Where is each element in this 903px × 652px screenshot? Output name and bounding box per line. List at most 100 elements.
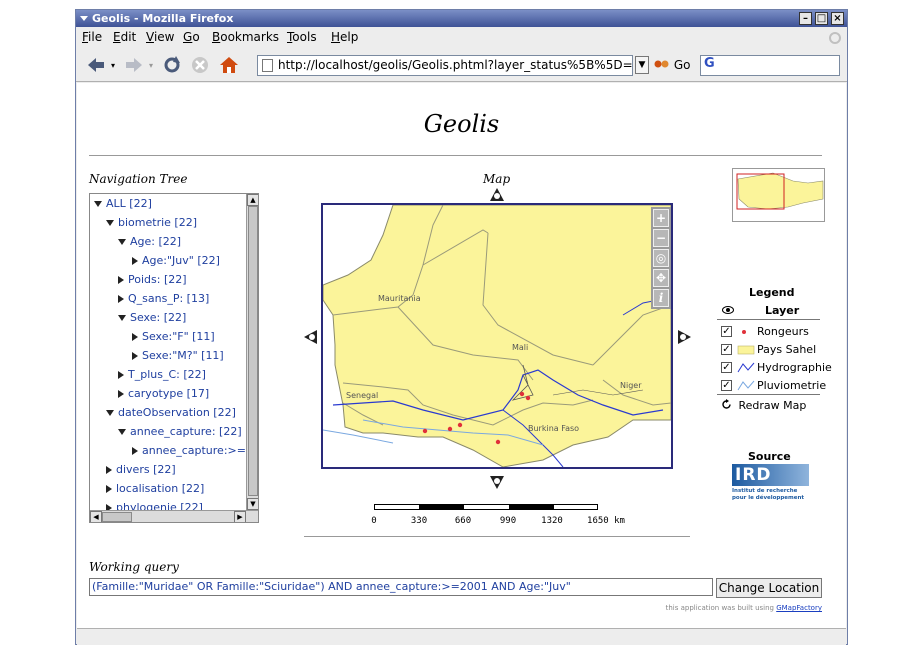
expanded-triangle-icon: [118, 429, 126, 435]
window-menu-icon[interactable]: [79, 13, 89, 23]
zoom-full-icon[interactable]: ◎: [653, 249, 669, 267]
tree-node-all[interactable]: ALL [22]: [94, 197, 152, 211]
url-history-dropdown[interactable]: ▼: [635, 56, 649, 74]
legend-title: Legend: [749, 286, 795, 299]
layer-checkbox-pays-sahel[interactable]: ✓: [721, 344, 732, 355]
go-button[interactable]: Go: [654, 56, 690, 74]
layer-checkbox-pluviometrie[interactable]: ✓: [721, 380, 732, 391]
search-engine-icon: G: [704, 56, 715, 71]
scroll-up-arrow-icon[interactable]: ▲: [247, 194, 258, 206]
tree-node-localisation[interactable]: localisation [22]: [106, 482, 204, 496]
redraw-label: Redraw Map: [738, 399, 807, 412]
rongeur-point: [495, 439, 501, 445]
collapsed-triangle-icon: [118, 295, 124, 303]
tree-node-annee-capture[interactable]: annee_capture: [22]: [118, 425, 242, 439]
collapsed-triangle-icon: [132, 333, 138, 341]
vertical-scroll-thumb[interactable]: [248, 206, 258, 496]
menu-go[interactable]: Go: [183, 27, 200, 48]
menu-tools[interactable]: Tools: [287, 27, 317, 48]
menu-edit[interactable]: Edit: [113, 27, 136, 48]
pan-north-arrow-icon[interactable]: [489, 187, 505, 203]
rongeur-point: [422, 428, 428, 434]
map-label-burkina-faso: Burkina Faso: [528, 424, 579, 433]
footer-note: this application was built using GMapFac…: [666, 604, 822, 612]
map-label-senegal: Senegal: [346, 391, 378, 400]
pan-east-arrow-icon[interactable]: [676, 329, 692, 345]
collapsed-triangle-icon: [106, 466, 112, 474]
map-view[interactable]: Mauritania Mali Niger Senegal Burkina Fa…: [321, 203, 673, 469]
pan-west-arrow-icon[interactable]: [303, 329, 319, 345]
pan-south-arrow-icon[interactable]: [489, 474, 505, 490]
tree-node-phylogenie[interactable]: phylogenie [22]: [106, 501, 203, 510]
menu-bookmarks[interactable]: Bookmarks: [212, 27, 279, 48]
info-tool-icon[interactable]: i: [653, 289, 669, 307]
working-query-input[interactable]: (Famille:"Muridae" OR Famille:"Sciuridae…: [89, 578, 713, 596]
ird-logo-banner: IRD: [732, 464, 809, 486]
search-input[interactable]: G: [700, 55, 840, 76]
tree-horizontal-scrollbar[interactable]: ◀ ▶: [90, 510, 258, 522]
scale-label: 990: [499, 516, 517, 526]
rongeur-point: [525, 395, 531, 401]
zoom-in-icon[interactable]: +: [653, 209, 669, 227]
navigation-tree: ALL [22] biometrie [22] Age: [22] Age:"J…: [89, 193, 259, 523]
layer-name: Hydrographie: [757, 361, 832, 374]
forward-button[interactable]: [122, 54, 146, 76]
gmapfactory-link[interactable]: GMapFactory: [776, 604, 822, 612]
layer-checkbox-hydrographie[interactable]: ✓: [721, 362, 732, 373]
tree-node-dateobservation[interactable]: dateObservation [22]: [106, 406, 236, 420]
change-location-button[interactable]: Change Location: [716, 578, 822, 598]
tree-node-sexe[interactable]: Sexe: [22]: [118, 311, 186, 325]
map-canvas: Mauritania Mali Niger Senegal Burkina Fa…: [323, 205, 671, 467]
back-history-button[interactable]: ▾: [108, 54, 118, 76]
menu-view[interactable]: View: [146, 27, 174, 48]
scale-label: 1320: [541, 516, 563, 526]
reload-button[interactable]: [160, 54, 184, 76]
overview-map[interactable]: [732, 168, 825, 222]
stop-button[interactable]: [188, 54, 212, 76]
horizontal-scroll-thumb[interactable]: [102, 512, 132, 522]
tree-node-t-plus-c[interactable]: T_plus_C: [22]: [118, 368, 206, 382]
scale-label: 660: [454, 516, 472, 526]
tree-node-age[interactable]: Age: [22]: [118, 235, 181, 249]
layer-checkbox-rongeurs[interactable]: ✓: [721, 326, 732, 337]
pan-tool-icon[interactable]: ✥: [653, 269, 669, 287]
menu-file[interactable]: File: [82, 27, 102, 48]
tree-node-sexe-m[interactable]: Sexe:"M?" [11]: [132, 349, 224, 363]
scale-label: 330: [410, 516, 428, 526]
tree-node-age-juv[interactable]: Age:"Juv" [22]: [132, 254, 220, 268]
tree-node-q-sans-p[interactable]: Q_sans_P: [13]: [118, 292, 209, 306]
redraw-map-button[interactable]: Redraw Map: [721, 399, 806, 412]
tree-node-poids[interactable]: Poids: [22]: [118, 273, 187, 287]
tree-node-biometrie[interactable]: biometrie [22]: [106, 216, 197, 230]
scroll-right-arrow-icon[interactable]: ▶: [234, 511, 246, 522]
zoom-out-icon[interactable]: −: [653, 229, 669, 247]
ird-logo[interactable]: IRD Institut de recherche pour le dévelo…: [732, 464, 809, 510]
menu-help[interactable]: Help: [331, 27, 358, 48]
collapsed-triangle-icon: [132, 352, 138, 360]
back-button[interactable]: [84, 54, 108, 76]
url-bar[interactable]: http://localhost/geolis/Geolis.phtml?lay…: [257, 55, 633, 76]
visibility-eye-icon: [722, 306, 734, 314]
scale-bar: [374, 504, 598, 510]
tree-node-caryotype[interactable]: caryotype [17]: [118, 387, 209, 401]
home-button[interactable]: [217, 54, 241, 76]
maximize-button[interactable]: □: [815, 12, 828, 25]
tree-node-annee-capture-2001[interactable]: annee_capture:>=20: [132, 444, 246, 458]
forward-history-button[interactable]: ▾: [146, 54, 156, 76]
window-title: Geolis - Mozilla Firefox: [92, 12, 234, 25]
collapsed-triangle-icon: [118, 390, 124, 398]
layer-name: Pluviometrie: [757, 379, 827, 392]
scroll-left-arrow-icon[interactable]: ◀: [90, 511, 102, 522]
tree-vertical-scrollbar[interactable]: ▲ ▼: [246, 194, 258, 510]
scroll-down-arrow-icon[interactable]: ▼: [247, 498, 258, 510]
rongeur-point: [447, 426, 453, 432]
redraw-icon: [722, 399, 731, 409]
tree-node-sexe-f[interactable]: Sexe:"F" [11]: [132, 330, 215, 344]
collapsed-triangle-icon: [132, 257, 138, 265]
map-label-mauritania: Mauritania: [378, 294, 421, 303]
tree-node-divers[interactable]: divers [22]: [106, 463, 176, 477]
close-button[interactable]: ×: [831, 12, 844, 25]
minimize-button[interactable]: –: [799, 12, 812, 25]
go-arrow-icon: [654, 60, 669, 68]
page-title: Geolis: [423, 110, 500, 138]
